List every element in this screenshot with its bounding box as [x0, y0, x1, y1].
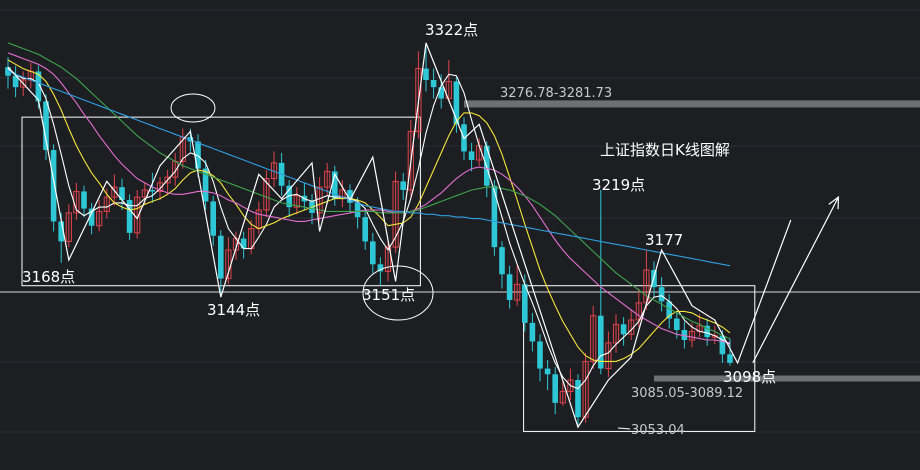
- candle-body-down: [210, 201, 216, 236]
- level-label-3168: 3168点: [22, 268, 75, 286]
- band-label-upper: 3276.78-3281.73: [500, 86, 612, 101]
- low-label-3053: 3053.04: [631, 423, 685, 438]
- candle-body-down: [354, 202, 361, 218]
- candle-body-down: [218, 235, 224, 279]
- candle-body-down: [81, 191, 87, 209]
- candle-body-down: [658, 287, 665, 302]
- resistance-band: [654, 375, 920, 382]
- candle-body-down: [468, 151, 475, 160]
- candle-body-down: [537, 341, 543, 369]
- title-label: 上证指数日K线图解: [600, 141, 730, 159]
- level-label-3151: 3151点: [362, 286, 415, 304]
- candle-body-down: [506, 274, 513, 300]
- candle-body-down: [240, 238, 247, 249]
- chart-background: [0, 0, 920, 470]
- candle-body-down: [362, 217, 368, 242]
- candle-body-down: [430, 80, 437, 88]
- candle-body-down: [370, 241, 376, 265]
- candle-body-down: [491, 185, 498, 248]
- candle-body-down: [149, 190, 156, 192]
- candle-body-down: [50, 150, 57, 222]
- candle-body-down: [499, 247, 505, 275]
- candle-body-down: [620, 324, 627, 335]
- level-label-3098: 3098点: [723, 368, 776, 386]
- band-label-lower: 3085.05-3089.12: [631, 386, 743, 401]
- resistance-band: [464, 100, 920, 108]
- candle-body-down: [727, 354, 733, 363]
- candle-body-down: [674, 318, 680, 330]
- candle-body-down: [529, 322, 536, 342]
- level-label-3144: 3144点: [207, 301, 260, 319]
- candlestick-chart: 上证指数日K线图解 3168点 3144点 3151点 3322点 3219点 …: [0, 0, 920, 470]
- level-label-3322: 3322点: [425, 21, 478, 39]
- candle-body-down: [544, 368, 551, 375]
- candle-body-down: [552, 374, 558, 403]
- candle-body-down: [423, 68, 429, 80]
- candle-body-down: [400, 181, 406, 190]
- candle-body-down: [438, 87, 444, 99]
- level-label-3219: 3219点: [592, 176, 645, 194]
- level-label-3177: 3177: [645, 231, 683, 249]
